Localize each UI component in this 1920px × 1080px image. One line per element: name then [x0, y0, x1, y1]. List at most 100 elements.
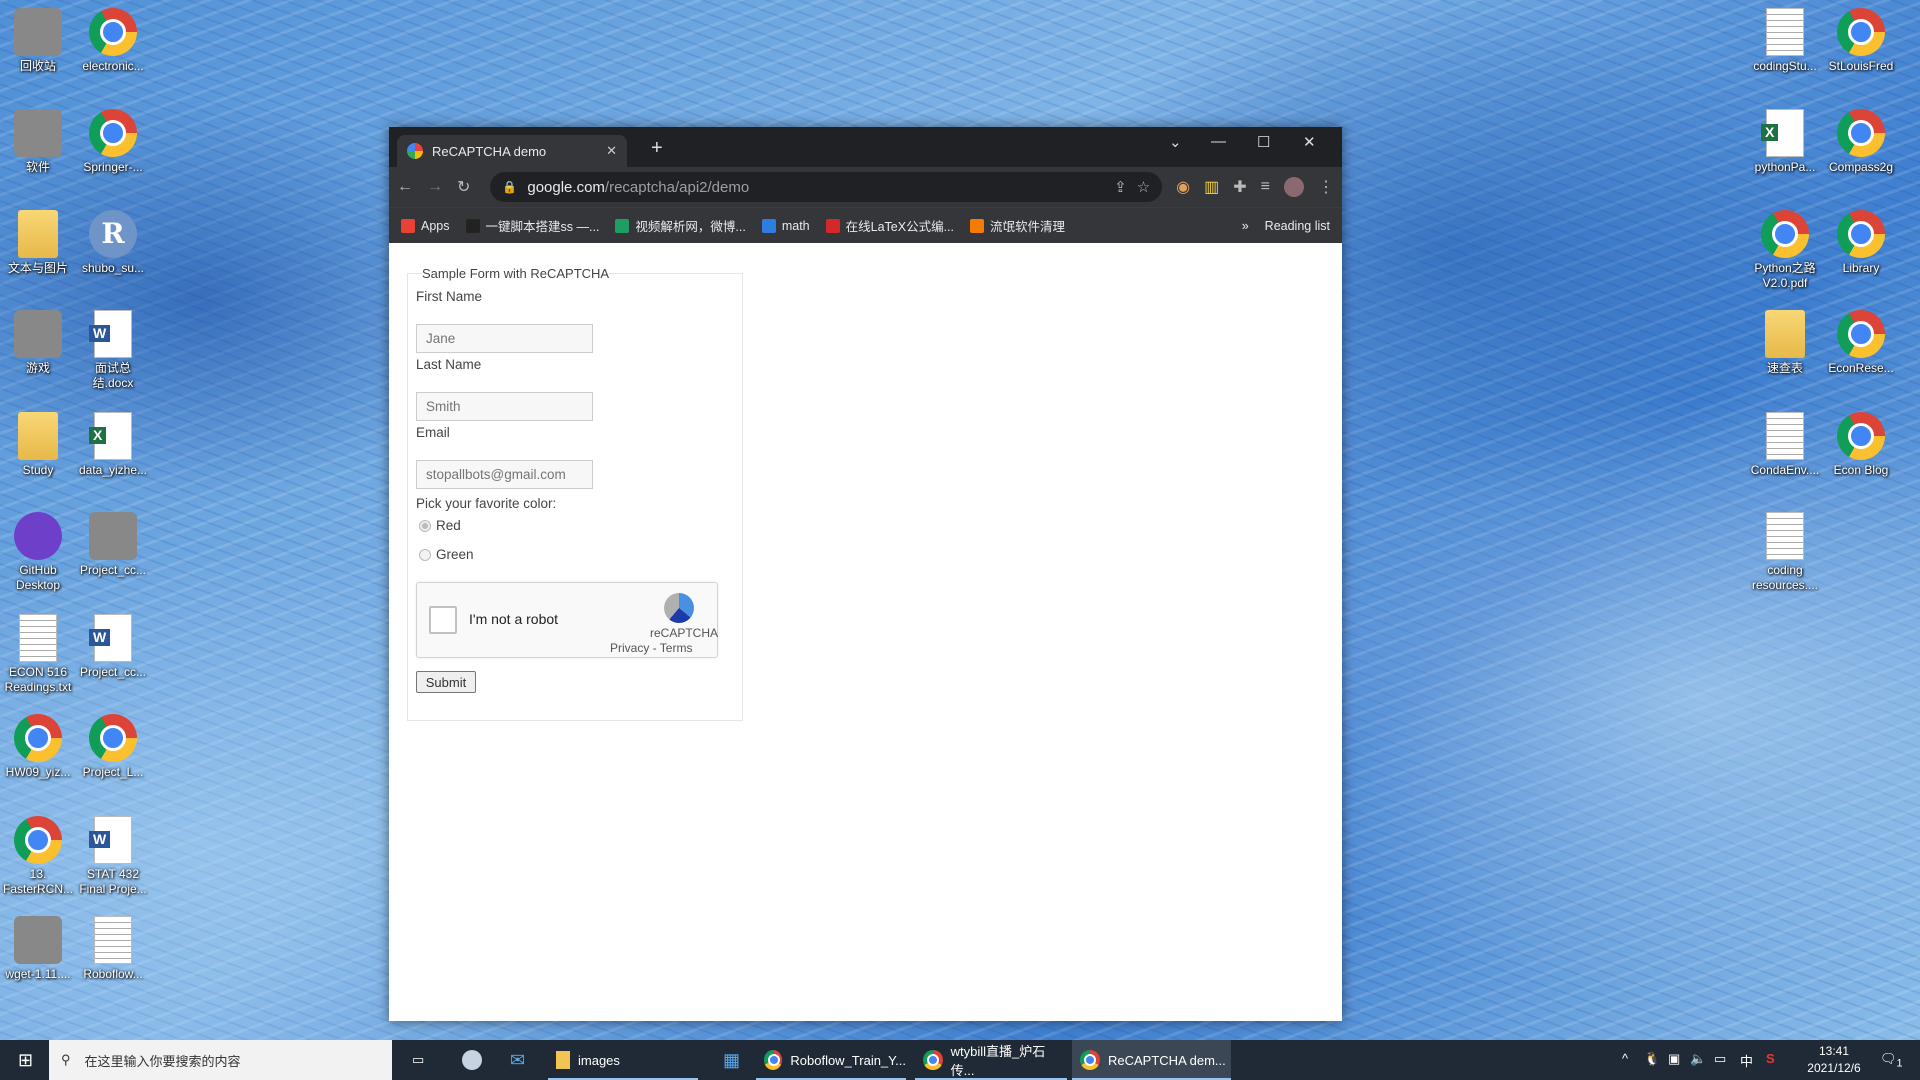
- bookmark-item[interactable]: math: [762, 219, 810, 233]
- desktop-icon[interactable]: electronic...: [75, 8, 151, 74]
- desktop-icon[interactable]: data_yizhe...: [75, 412, 151, 478]
- desktop-icon[interactable]: EconRese...: [1823, 310, 1899, 376]
- tray-expand-icon[interactable]: ^: [1622, 1051, 1628, 1066]
- desktop-icon-label: Roboflow...: [75, 967, 151, 982]
- minimize-button[interactable]: —: [1211, 133, 1226, 150]
- share-icon[interactable]: ⇪: [1114, 178, 1127, 196]
- back-icon[interactable]: ←: [397, 178, 413, 196]
- desktop-icon[interactable]: Study: [0, 412, 76, 478]
- notification-center-icon[interactable]: 🗨1: [1880, 1051, 1903, 1070]
- close-window-button[interactable]: ✕: [1303, 133, 1316, 151]
- desktop-icon[interactable]: Project_cc...: [75, 512, 151, 578]
- tab-search-icon[interactable]: ⌄: [1169, 133, 1182, 151]
- reload-icon[interactable]: ↻: [457, 177, 470, 197]
- desktop-icon[interactable]: 面试总结.docx: [75, 310, 151, 391]
- task-view-button[interactable]: ▭: [404, 1040, 424, 1080]
- close-tab-icon[interactable]: ✕: [606, 143, 617, 159]
- taskbar-item-images[interactable]: images: [548, 1040, 698, 1080]
- desktop-icon[interactable]: Library: [1823, 210, 1899, 276]
- radio-button[interactable]: [419, 549, 431, 561]
- bookmark-item[interactable]: Apps: [401, 219, 450, 233]
- address-bar[interactable]: 🔒 google.com/recaptcha/api2/demo ⇪ ☆: [490, 172, 1162, 202]
- desktop-icon[interactable]: GitHub Desktop: [0, 512, 76, 593]
- desktop-icon[interactable]: pythonPa...: [1747, 109, 1823, 175]
- misc-file-icon: [14, 109, 62, 157]
- bookmark-star-icon[interactable]: ☆: [1137, 178, 1150, 196]
- desktop-icon[interactable]: ECON 516 Readings.txt: [0, 614, 76, 695]
- last-name-input[interactable]: [416, 392, 593, 421]
- desktop-icon[interactable]: StLouisFred: [1823, 8, 1899, 74]
- desktop-icon[interactable]: codingStu...: [1747, 8, 1823, 74]
- bookmark-item[interactable]: 流氓软件清理: [970, 216, 1065, 235]
- taskbar-item-wtybill[interactable]: wtybill直播_炉石传...: [915, 1040, 1067, 1080]
- first-name-input[interactable]: [416, 324, 593, 353]
- tab-bar: ReCAPTCHA demo ✕ + ⌄ — ☐ ✕: [389, 127, 1342, 167]
- taskbar-item-label: wtybill直播_炉石传...: [951, 1041, 1067, 1079]
- desktop-icon[interactable]: Project_L...: [75, 714, 151, 780]
- chrome-file-icon: [1837, 210, 1885, 258]
- network-icon[interactable]: ▣: [1668, 1051, 1680, 1067]
- taskbar-item-recaptcha[interactable]: ReCAPTCHA dem...: [1072, 1040, 1231, 1080]
- qq-icon[interactable]: 🐧: [1644, 1051, 1660, 1067]
- desktop-icon[interactable]: coding resources....: [1747, 512, 1823, 593]
- desktop-icon[interactable]: 文本与图片: [0, 210, 76, 276]
- maximize-button[interactable]: ☐: [1257, 133, 1270, 151]
- new-tab-button[interactable]: +: [651, 137, 663, 160]
- bookmark-item[interactable]: 一键脚本搭建ss —...: [466, 216, 600, 235]
- bookmark-item[interactable]: 在线LaTeX公式编...: [826, 216, 954, 235]
- desktop-icon[interactable]: Rshubo_su...: [75, 210, 151, 276]
- desktop-icon[interactable]: 速查表: [1747, 310, 1823, 376]
- email-input[interactable]: [416, 460, 593, 489]
- extension-icon[interactable]: ◉: [1176, 177, 1190, 197]
- desktop-icon[interactable]: STAT 432 Final Proje...: [75, 816, 151, 897]
- desktop-icon[interactable]: 游戏: [0, 310, 76, 376]
- mail-button[interactable]: ✉: [502, 1040, 525, 1080]
- bookmarks-bar: Apps 一键脚本搭建ss —... 视频解析网，微博... math 在线LaTeX公…: [389, 207, 1342, 243]
- ime-indicator[interactable]: 中: [1740, 1051, 1753, 1070]
- desktop-icon[interactable]: Roboflow...: [75, 916, 151, 982]
- start-button[interactable]: ⊞: [10, 1040, 33, 1080]
- calendar-icon: ▦: [723, 1050, 740, 1071]
- media-control-icon[interactable]: ≡: [1261, 178, 1270, 196]
- reading-list-button[interactable]: Reading list: [1265, 219, 1330, 233]
- desktop-icon[interactable]: Compass2g: [1823, 109, 1899, 175]
- more-bookmarks-button[interactable]: »: [1242, 219, 1249, 233]
- bookmark-item[interactable]: 视频解析网，微博...: [615, 216, 745, 235]
- desktop-icon[interactable]: CondaEnv....: [1747, 412, 1823, 478]
- profile-avatar[interactable]: [1284, 177, 1304, 197]
- captcha-checkbox[interactable]: [429, 606, 457, 634]
- radio-button[interactable]: [419, 520, 431, 532]
- desktop-icon[interactable]: Springer-...: [75, 109, 151, 175]
- battery-icon[interactable]: ▭: [1714, 1051, 1726, 1067]
- submit-button[interactable]: Submit: [416, 671, 476, 693]
- forward-icon[interactable]: →: [427, 178, 443, 196]
- desktop-icon[interactable]: HW09_yiz...: [0, 714, 76, 780]
- radio-green[interactable]: Green: [419, 547, 474, 562]
- terms-link[interactable]: Terms: [660, 641, 693, 655]
- clock[interactable]: 13:412021/12/6: [1800, 1043, 1868, 1077]
- sogou-icon[interactable]: S: [1766, 1051, 1775, 1066]
- rlogo-file-icon: R: [89, 210, 137, 258]
- recaptcha-widget: I'm not a robot reCAPTCHA Privacy - Term…: [416, 582, 718, 658]
- extensions-puzzle-icon[interactable]: ✚: [1233, 177, 1246, 197]
- calendar-button[interactable]: ▦: [715, 1040, 740, 1080]
- taskbar-item-label: ReCAPTCHA dem...: [1108, 1053, 1226, 1068]
- separator: -: [649, 641, 659, 655]
- taskbar-item-roboflow[interactable]: Roboflow_Train_Y...: [756, 1040, 906, 1080]
- desktop-icon[interactable]: 13. FasterRCN...: [0, 816, 76, 897]
- volume-icon[interactable]: 🔈: [1690, 1051, 1706, 1067]
- desktop-icon[interactable]: Python之路V2.0.pdf: [1747, 210, 1823, 291]
- taskbar-app-icon[interactable]: [454, 1040, 482, 1080]
- taskbar-search[interactable]: ⚲在这里输入你要搜索的内容: [49, 1040, 392, 1080]
- desktop-icon[interactable]: Project_cc...: [75, 614, 151, 680]
- desktop-icon[interactable]: 软件: [0, 109, 76, 175]
- menu-icon[interactable]: ⋮: [1318, 177, 1334, 197]
- desktop-icon-label: wget-1.11....: [0, 967, 76, 982]
- radio-red[interactable]: Red: [419, 518, 461, 533]
- piano-extension-icon[interactable]: ▥: [1204, 177, 1219, 197]
- privacy-link[interactable]: Privacy: [610, 641, 649, 655]
- desktop-icon[interactable]: 回收站: [0, 8, 76, 74]
- desktop-icon[interactable]: Econ Blog: [1823, 412, 1899, 478]
- tab-recaptcha-demo[interactable]: ReCAPTCHA demo ✕: [397, 135, 627, 167]
- desktop-icon[interactable]: wget-1.11....: [0, 916, 76, 982]
